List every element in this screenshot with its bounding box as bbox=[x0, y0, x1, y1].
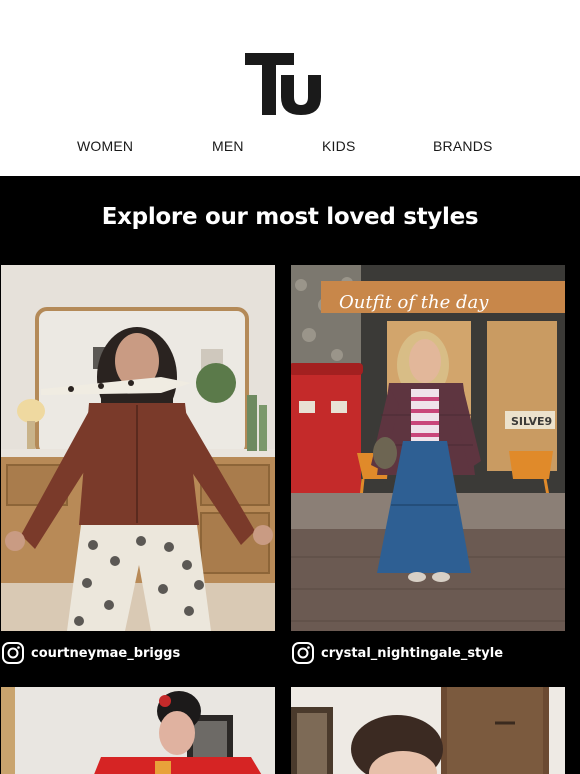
post-handle-2: crystal_nightingale_style bbox=[321, 645, 504, 661]
style-post-image-1[interactable] bbox=[1, 265, 275, 631]
style-post-image-4[interactable] bbox=[291, 687, 565, 774]
shop-sign-text: SILVE9 bbox=[511, 415, 552, 428]
overlay-outfit-text: Outfit of the day bbox=[339, 292, 489, 313]
nav-item-men[interactable]: MEN bbox=[212, 138, 244, 154]
section-title: Explore our most loved styles bbox=[101, 204, 479, 230]
post-photo-4 bbox=[291, 687, 565, 774]
site-header: WOMEN MEN KIDS BRANDS bbox=[0, 0, 580, 176]
style-post-image-2[interactable]: Outfit of the day SILVE9 bbox=[291, 265, 565, 631]
post-photo-2: Outfit of the day SILVE9 bbox=[291, 265, 565, 631]
most-loved-styles-section: Explore our most loved styles Outfit of … bbox=[0, 176, 580, 774]
post-photo-3 bbox=[1, 687, 275, 774]
tu-logo-mark bbox=[245, 53, 321, 115]
tu-logo[interactable] bbox=[245, 53, 321, 115]
post-photo-1 bbox=[1, 265, 275, 631]
nav-item-brands[interactable]: BRANDS bbox=[433, 138, 493, 154]
main-nav: WOMEN MEN KIDS BRANDS bbox=[0, 138, 580, 160]
nav-item-women[interactable]: WOMEN bbox=[77, 138, 133, 154]
post-handle-1: courtneymae_briggs bbox=[31, 645, 181, 661]
instagram-icon bbox=[292, 642, 314, 664]
nav-item-kids[interactable]: KIDS bbox=[322, 138, 355, 154]
style-post-image-3[interactable] bbox=[1, 687, 275, 774]
post-handle-link-1[interactable]: courtneymae_briggs bbox=[1, 641, 180, 665]
instagram-icon bbox=[2, 642, 24, 664]
post-handle-link-2[interactable]: crystal_nightingale_style bbox=[291, 641, 503, 665]
